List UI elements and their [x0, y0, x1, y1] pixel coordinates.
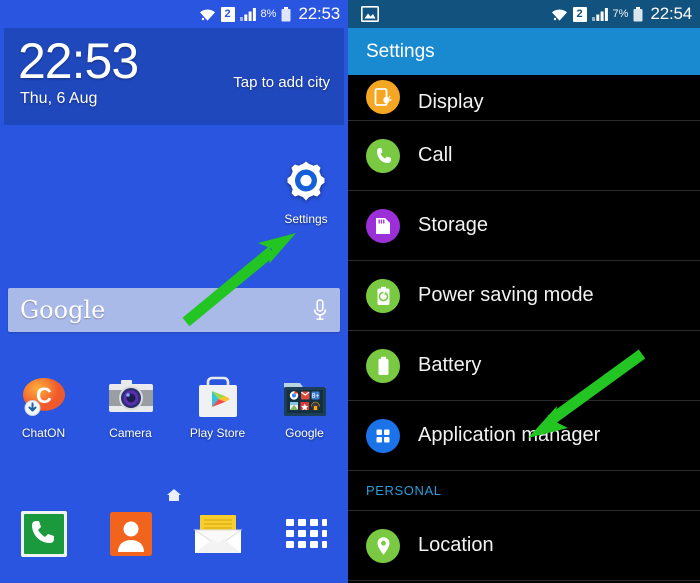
settings-row-battery[interactable]: Battery: [348, 331, 700, 401]
page-title: Settings: [366, 40, 435, 62]
microphone-icon[interactable]: [312, 298, 328, 322]
svg-text:8+: 8+: [311, 393, 319, 400]
left-status-bar: 2 8% 22:53: [0, 0, 348, 28]
status-bar-clock: 22:53: [298, 4, 340, 23]
gear-icon: [287, 161, 325, 201]
battery-percent-label: 7%: [612, 8, 629, 20]
screenshot-root: 2 8% 22:53 22:53 Thu, 6 Aug Tap to add c…: [0, 0, 700, 583]
wifi-icon: [199, 7, 216, 22]
sim-2-icon: 2: [572, 6, 587, 22]
settings-row-label: Storage: [418, 214, 489, 236]
dock-messages[interactable]: Messages: [181, 508, 255, 578]
clock-widget[interactable]: 22:53 Thu, 6 Aug Tap to add city: [4, 28, 344, 125]
display-icon: [366, 80, 400, 114]
right-status-bar: 2 7% 22:54: [348, 0, 700, 28]
battery-icon: [366, 348, 400, 383]
call-icon: [366, 138, 400, 173]
app-play-store[interactable]: Play Store: [181, 374, 255, 440]
play-store-icon: [198, 376, 237, 417]
settings-row-power-saving-mode[interactable]: Power saving mode: [348, 261, 700, 331]
settings-list: Display Call Storage Power saving mode B…: [348, 75, 700, 581]
google-logo-text: Google: [20, 296, 106, 324]
home-icon: [0, 488, 348, 507]
app-camera[interactable]: Camera: [94, 374, 168, 440]
battery-percent-label: 8%: [260, 8, 277, 20]
messages-icon: [192, 515, 243, 553]
settings-shortcut[interactable]: Settings: [275, 157, 337, 226]
status-bar-clock: 22:54: [650, 4, 692, 23]
storage-icon: [366, 208, 400, 243]
settings-row-label: Application manager: [418, 424, 601, 446]
camera-icon: [108, 380, 153, 412]
clock-widget-add-city[interactable]: Tap to add city: [233, 74, 330, 91]
left-phone-home-screen: 2 8% 22:53 22:53 Thu, 6 Aug Tap to add c…: [0, 0, 348, 583]
settings-row-label: Battery: [418, 354, 482, 376]
settings-row-label: Location: [418, 534, 494, 556]
settings-section-header-personal: PERSONAL: [348, 471, 700, 511]
settings-row-label: Call: [418, 144, 453, 166]
dock-phone[interactable]: Phone: [7, 508, 81, 578]
power-saving-icon: [366, 278, 400, 313]
battery-icon: [281, 6, 291, 22]
app-chaton[interactable]: C ChatON: [7, 374, 81, 440]
signal-bars-icon: [239, 7, 256, 21]
settings-row-storage[interactable]: Storage: [348, 191, 700, 261]
settings-header: Settings: [348, 28, 700, 75]
settings-shortcut-label: Settings: [284, 212, 328, 226]
apps-grid-icon: [285, 519, 327, 548]
app-label: ChatON: [21, 426, 66, 440]
sim-2-label: 2: [572, 6, 587, 22]
apps-grid-icon: [366, 418, 400, 453]
google-folder-icon: 8+: [283, 383, 326, 416]
settings-row-label: Power saving mode: [418, 284, 594, 306]
clock-widget-date: Thu, 6 Aug: [20, 90, 98, 107]
home-dock: Phone Contacts Messages: [0, 508, 348, 578]
sim-2-label: 2: [220, 6, 235, 22]
location-pin-icon: [366, 528, 400, 563]
battery-icon: [633, 6, 643, 22]
settings-row-display[interactable]: Display: [348, 75, 700, 121]
signal-bars-icon: [591, 7, 608, 21]
google-search-bar[interactable]: Google: [8, 288, 340, 332]
clock-widget-time: 22:53: [18, 33, 139, 89]
chaton-icon: C: [22, 378, 65, 416]
app-label: Play Store: [189, 426, 246, 440]
dock-contacts[interactable]: Contacts: [94, 508, 168, 578]
contacts-icon: [109, 512, 152, 556]
settings-row-location[interactable]: Location: [348, 511, 700, 581]
app-label: Google: [285, 426, 324, 440]
wifi-icon: [551, 7, 568, 22]
app-label: Camera: [109, 426, 152, 440]
home-app-row: C ChatON Camera Play Store 8+ Google: [0, 374, 348, 440]
phone-icon: [20, 511, 67, 557]
right-phone-settings-screen: 2 7% 22:54 Settings Display Call Storage…: [348, 0, 700, 583]
gallery-image-icon: [361, 6, 379, 22]
settings-row-call[interactable]: Call: [348, 121, 700, 191]
dock-apps[interactable]: Apps: [268, 508, 342, 578]
settings-row-label: Display: [418, 91, 484, 113]
settings-row-application-manager[interactable]: Application manager: [348, 401, 700, 471]
sim-2-icon: 2: [220, 6, 235, 22]
folder-google[interactable]: 8+ Google: [268, 374, 342, 440]
